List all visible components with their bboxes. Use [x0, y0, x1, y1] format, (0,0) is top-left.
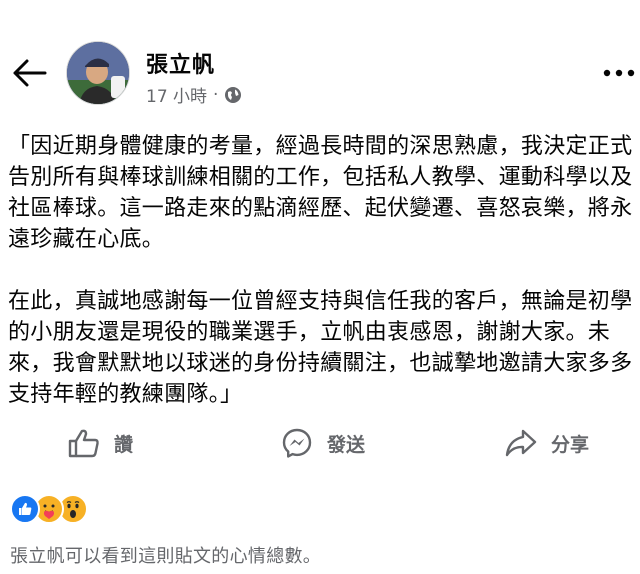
share-button[interactable]: 分享 — [505, 418, 589, 468]
post-paragraph: 在此，真誠地感謝每一位曾經支持與信任我的客戶，無論是初學的小朋友還是現役的職業選… — [8, 289, 633, 407]
post-paragraph: 「因近期身體健康的考量，經過長時間的深思熟慮，我決定正式告別所有與棒球訓練相關的… — [8, 134, 633, 252]
like-button[interactable]: 讚 — [68, 418, 133, 468]
more-options-button[interactable] — [598, 58, 640, 88]
send-button[interactable]: 發送 — [281, 418, 365, 468]
post-body: 「因近期身體健康的考量，經過長時間的深思熟慮，我決定正式告別所有與棒球訓練相關的… — [8, 131, 638, 410]
messenger-icon — [282, 428, 312, 458]
avatar[interactable] — [66, 41, 130, 105]
like-reaction-icon — [10, 494, 40, 524]
more-options-icon — [603, 69, 635, 77]
post-time[interactable]: 17 小時 — [146, 82, 207, 107]
like-label: 讚 — [114, 433, 134, 456]
thumbs-up-icon — [68, 429, 99, 458]
reaction-visibility-note: 張立帆可以看到這則貼文的心情總數。 — [10, 546, 322, 567]
author-name[interactable]: 張立帆 — [146, 47, 215, 79]
back-arrow-icon — [13, 59, 47, 87]
avatar-photo — [67, 42, 129, 104]
meta-separator: · — [213, 84, 219, 105]
share-icon — [505, 429, 537, 457]
action-bar: 讚 發送 分享 — [0, 418, 640, 468]
globe-icon — [225, 86, 242, 103]
post-meta: 17 小時 · — [146, 82, 242, 107]
send-label: 發送 — [327, 433, 366, 456]
share-label: 分享 — [551, 433, 590, 456]
post-header: 張立帆 17 小時 · — [0, 0, 640, 120]
back-button[interactable] — [8, 52, 50, 94]
